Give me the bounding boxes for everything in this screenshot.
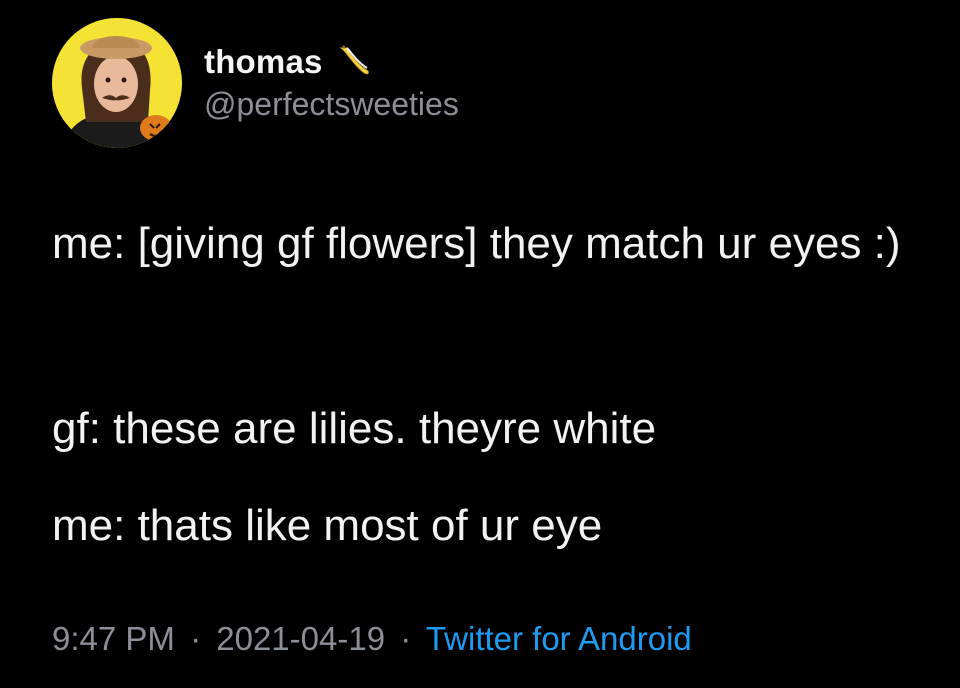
user-handle[interactable]: @perfectsweeties bbox=[204, 86, 459, 123]
banana-icon bbox=[333, 42, 373, 82]
tweet-line: gf: these are lilies. theyre white bbox=[52, 404, 657, 453]
tweet-line: me: thats like most of ur eye bbox=[52, 501, 603, 550]
meta-separator: · bbox=[400, 620, 412, 657]
tweet-line: me: [giving gf flowers] they match ur ey… bbox=[52, 219, 901, 268]
tweet-time[interactable]: 9:47 PM bbox=[52, 620, 175, 657]
avatar-image bbox=[52, 18, 182, 148]
tweet-source-link[interactable]: Twitter for Android bbox=[426, 620, 692, 657]
avatar[interactable] bbox=[52, 18, 182, 148]
tweet-card: thomas @perfectsweeties me: [giving gf f… bbox=[0, 0, 960, 688]
display-name[interactable]: thomas bbox=[204, 43, 323, 81]
tweet-date[interactable]: 2021-04-19 bbox=[216, 620, 385, 657]
name-row: thomas bbox=[204, 40, 373, 84]
tweet-meta: 9:47 PM · 2021-04-19 · Twitter for Andro… bbox=[52, 620, 692, 658]
meta-separator: · bbox=[190, 620, 202, 657]
